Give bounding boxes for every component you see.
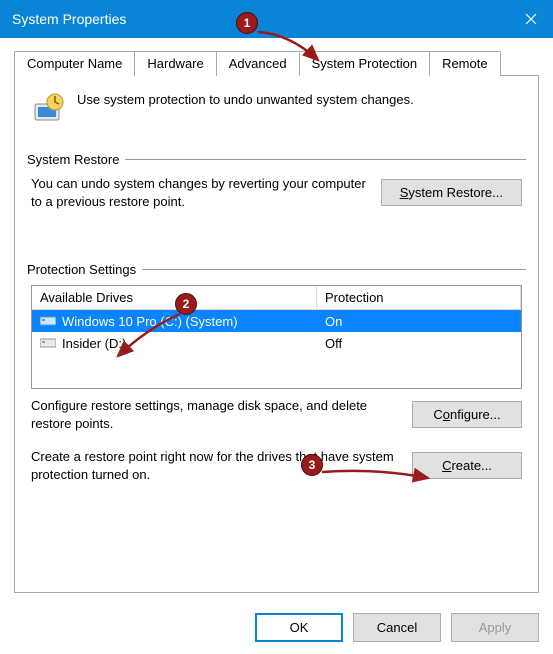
tab-hardware[interactable]: Hardware [134, 51, 216, 76]
drive-icon [40, 315, 56, 327]
annotation-badge-3: 3 [301, 454, 323, 476]
create-button[interactable]: Create... [412, 452, 522, 479]
divider [125, 159, 526, 160]
divider [142, 269, 526, 270]
tab-computer-name[interactable]: Computer Name [14, 51, 135, 76]
system-protection-icon [31, 92, 65, 126]
ok-button[interactable]: OK [255, 613, 343, 642]
apply-button[interactable]: Apply [451, 613, 539, 642]
system-restore-button[interactable]: System Restore... [381, 179, 522, 206]
intro-text: Use system protection to undo unwanted s… [77, 92, 414, 107]
group-restore-title: System Restore [27, 152, 119, 167]
dialog-button-row: OK Cancel Apply [0, 603, 553, 654]
cancel-button[interactable]: Cancel [353, 613, 441, 642]
tab-advanced[interactable]: Advanced [216, 51, 300, 76]
tab-remote[interactable]: Remote [429, 51, 501, 76]
window-title: System Properties [12, 11, 509, 27]
drive-name: Windows 10 Pro (C:) (System) [62, 314, 238, 329]
close-button[interactable] [509, 0, 553, 38]
annotation-badge-1: 1 [236, 12, 258, 34]
configure-text: Configure restore settings, manage disk … [31, 397, 402, 432]
tab-panel: Use system protection to undo unwanted s… [14, 75, 539, 593]
close-icon [525, 13, 537, 25]
drive-row[interactable]: Insider (D:) Off [32, 332, 521, 354]
create-text: Create a restore point right now for the… [31, 448, 402, 483]
column-header-protection[interactable]: Protection [317, 286, 521, 310]
drives-list[interactable]: Available Drives Protection Windows 10 P… [31, 285, 522, 389]
annotation-badge-2: 2 [175, 293, 197, 315]
configure-button[interactable]: Configure... [412, 401, 522, 428]
drive-protection: On [317, 314, 521, 329]
drive-protection: Off [317, 336, 521, 351]
tabstrip: Computer Name Hardware Advanced System P… [14, 51, 539, 76]
drive-name: Insider (D:) [62, 336, 126, 351]
titlebar: System Properties [0, 0, 553, 38]
restore-text: You can undo system changes by reverting… [31, 175, 371, 210]
drive-row[interactable]: Windows 10 Pro (C:) (System) On [32, 310, 521, 332]
tab-system-protection[interactable]: System Protection [299, 51, 431, 76]
group-protection-title: Protection Settings [27, 262, 136, 277]
drive-icon [40, 337, 56, 349]
